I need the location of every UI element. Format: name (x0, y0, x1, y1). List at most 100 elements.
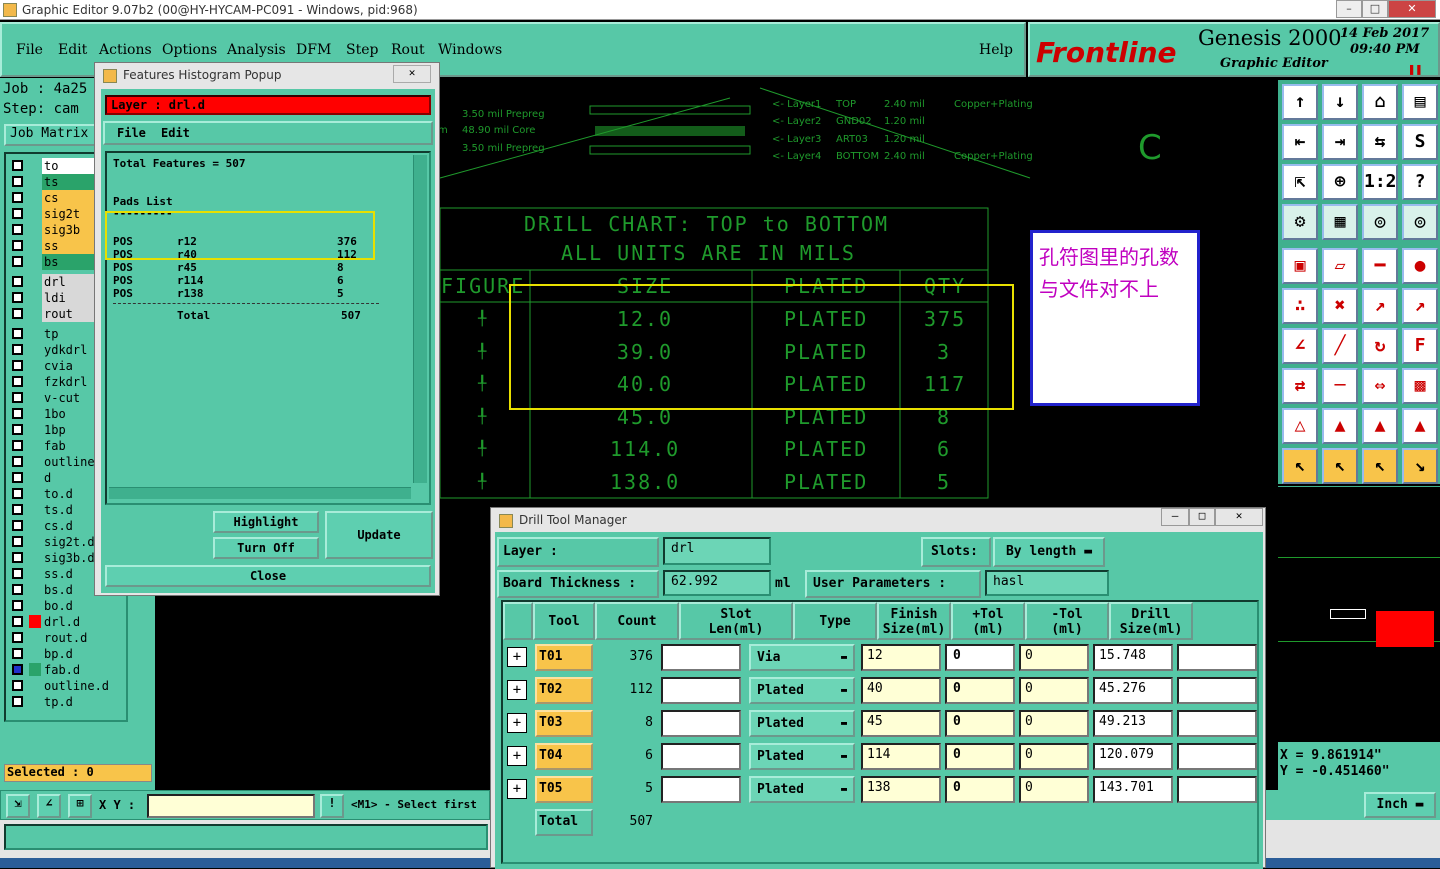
measure-tool-icon[interactable]: ∠ (37, 794, 61, 818)
layer-checkbox[interactable] (12, 600, 23, 611)
layer-color-swatch[interactable] (29, 239, 41, 252)
layer-checkbox[interactable] (12, 344, 23, 355)
menu-edit[interactable]: Edit (58, 42, 87, 58)
tool-id[interactable]: T05 (535, 776, 593, 803)
layer-name[interactable]: tp.d (42, 694, 126, 710)
layer-row[interactable]: rout.d (8, 630, 126, 646)
slot-len-input[interactable] (661, 743, 741, 770)
layer-name[interactable]: rout.d (42, 630, 126, 646)
layer-checkbox[interactable] (12, 308, 23, 319)
s-curve-icon[interactable]: S (1402, 124, 1438, 160)
drill-size-input[interactable]: 15.748 (1093, 644, 1173, 671)
layer-name[interactable]: fab.d (42, 662, 126, 678)
drill-des-input[interactable] (1177, 743, 1257, 770)
layer-color-swatch[interactable] (29, 631, 41, 644)
connect-icon[interactable]: ∴ (1282, 288, 1318, 324)
branch-icon[interactable]: ↘ (1402, 448, 1438, 484)
layer-checkbox[interactable] (12, 536, 23, 547)
layer-checkbox[interactable] (12, 648, 23, 659)
slot-len-input[interactable] (661, 776, 741, 803)
group-icon[interactable]: ▩ (1402, 368, 1438, 404)
layer-color-swatch[interactable] (29, 375, 41, 388)
layer-checkbox[interactable] (12, 192, 23, 203)
layer-checkbox[interactable] (12, 584, 23, 595)
layer-checkbox[interactable] (12, 504, 23, 515)
popup-close-icon[interactable]: ✕ (393, 65, 431, 83)
arrow-b-icon[interactable]: ▲ (1402, 408, 1438, 444)
layer-color-swatch[interactable] (29, 175, 41, 188)
layer-checkbox[interactable] (12, 160, 23, 171)
pause-icon[interactable]: ❚❚ (1408, 62, 1422, 76)
layer-color-swatch[interactable] (29, 455, 41, 468)
layer-checkbox[interactable] (12, 520, 23, 531)
layer-checkbox[interactable] (12, 408, 23, 419)
minus-tol-input[interactable]: 0 (1019, 644, 1089, 671)
plus-tol-input[interactable]: 0 (945, 677, 1015, 704)
layer-color-swatch[interactable] (29, 207, 41, 220)
dtm-thickness-input[interactable]: 62.992 (663, 570, 771, 596)
angle-icon[interactable]: ∠ (1282, 328, 1318, 364)
pad-drill-icon[interactable]: ◎ (1362, 204, 1398, 240)
tool-id[interactable]: T03 (535, 710, 593, 737)
mirror-icon[interactable]: ⇆ (1362, 124, 1398, 160)
layer-color-swatch[interactable] (29, 191, 41, 204)
slot-len-input[interactable] (661, 677, 741, 704)
move-right-icon[interactable]: ⇥ (1322, 124, 1358, 160)
zoom-tool-icon[interactable]: ⇲ (6, 794, 30, 818)
layer-checkbox[interactable] (12, 376, 23, 387)
dtm-slots-dropdown[interactable]: By length ▬ (993, 537, 1105, 567)
select-icon[interactable]: ↖ (1322, 448, 1358, 484)
layer-color-swatch[interactable] (29, 407, 41, 420)
layer-down-icon[interactable]: ↓ (1322, 84, 1358, 120)
alert-icon[interactable]: ! (320, 794, 344, 818)
snap-grid-icon[interactable]: ⊞ (68, 794, 92, 818)
layer-color-swatch[interactable] (29, 343, 41, 356)
plus-tol-input[interactable]: 0 (945, 710, 1015, 737)
expand-row-icon[interactable]: + (507, 779, 527, 799)
layer-color-swatch[interactable] (29, 583, 41, 596)
menu-rout[interactable]: Rout (391, 42, 425, 58)
layer-row[interactable]: tp.d (8, 694, 126, 710)
drill-des-input[interactable] (1177, 776, 1257, 803)
job-matrix-button[interactable]: Job Matrix (4, 124, 98, 146)
drill-size-input[interactable]: 49.213 (1093, 710, 1173, 737)
menu-help[interactable]: Help (979, 42, 1013, 58)
tool-id[interactable]: T04 (535, 743, 593, 770)
expand-row-icon[interactable]: + (507, 647, 527, 667)
zoom-center-icon[interactable]: ⊕ (1322, 164, 1358, 200)
layer-checkbox[interactable] (12, 568, 23, 579)
snap-icon[interactable]: ● (1402, 248, 1438, 284)
layer-color-swatch[interactable] (29, 423, 41, 436)
layer-row[interactable]: fab.d (8, 662, 126, 678)
layer-checkbox[interactable] (12, 456, 23, 467)
layer-name[interactable]: bo.d (42, 598, 126, 614)
dtm-layer-value[interactable]: drl (663, 537, 771, 565)
layer-color-swatch[interactable] (29, 615, 41, 628)
layer-name[interactable]: drl.d (42, 614, 126, 630)
dtm-user-params-input[interactable]: hasl (985, 570, 1109, 596)
layer-color-swatch[interactable] (29, 487, 41, 500)
layer-color-swatch[interactable] (29, 535, 41, 548)
layer-checkbox[interactable] (12, 632, 23, 643)
finish-size-input[interactable]: 114 (861, 743, 941, 770)
layer-name[interactable]: bp.d (42, 646, 126, 662)
layer-checkbox[interactable] (12, 360, 23, 371)
drill-des-input[interactable] (1177, 710, 1257, 737)
turn-off-button[interactable]: Turn Off (213, 537, 319, 559)
layer-checkbox[interactable] (12, 440, 23, 451)
drill-size-input[interactable]: 120.079 (1093, 743, 1173, 770)
layer-color-swatch[interactable] (29, 567, 41, 580)
layer-color-swatch[interactable] (29, 695, 41, 708)
layer-checkbox[interactable] (12, 328, 23, 339)
layer-color-swatch[interactable] (29, 471, 41, 484)
scale-icon[interactable]: 1:2 (1362, 164, 1398, 200)
minus-tol-input[interactable]: 0 (1019, 776, 1089, 803)
finish-size-input[interactable]: 40 (861, 677, 941, 704)
mini-map[interactable] (1278, 486, 1440, 742)
measure-icon[interactable]: ⇔ (1362, 368, 1398, 404)
dtm-minimize[interactable]: – (1161, 508, 1189, 526)
type-dropdown[interactable]: Plated ▬ (749, 776, 855, 803)
map-viewport[interactable] (1330, 609, 1366, 619)
finish-size-input[interactable]: 45 (861, 710, 941, 737)
arrow-a-icon[interactable]: ▲ (1362, 408, 1398, 444)
